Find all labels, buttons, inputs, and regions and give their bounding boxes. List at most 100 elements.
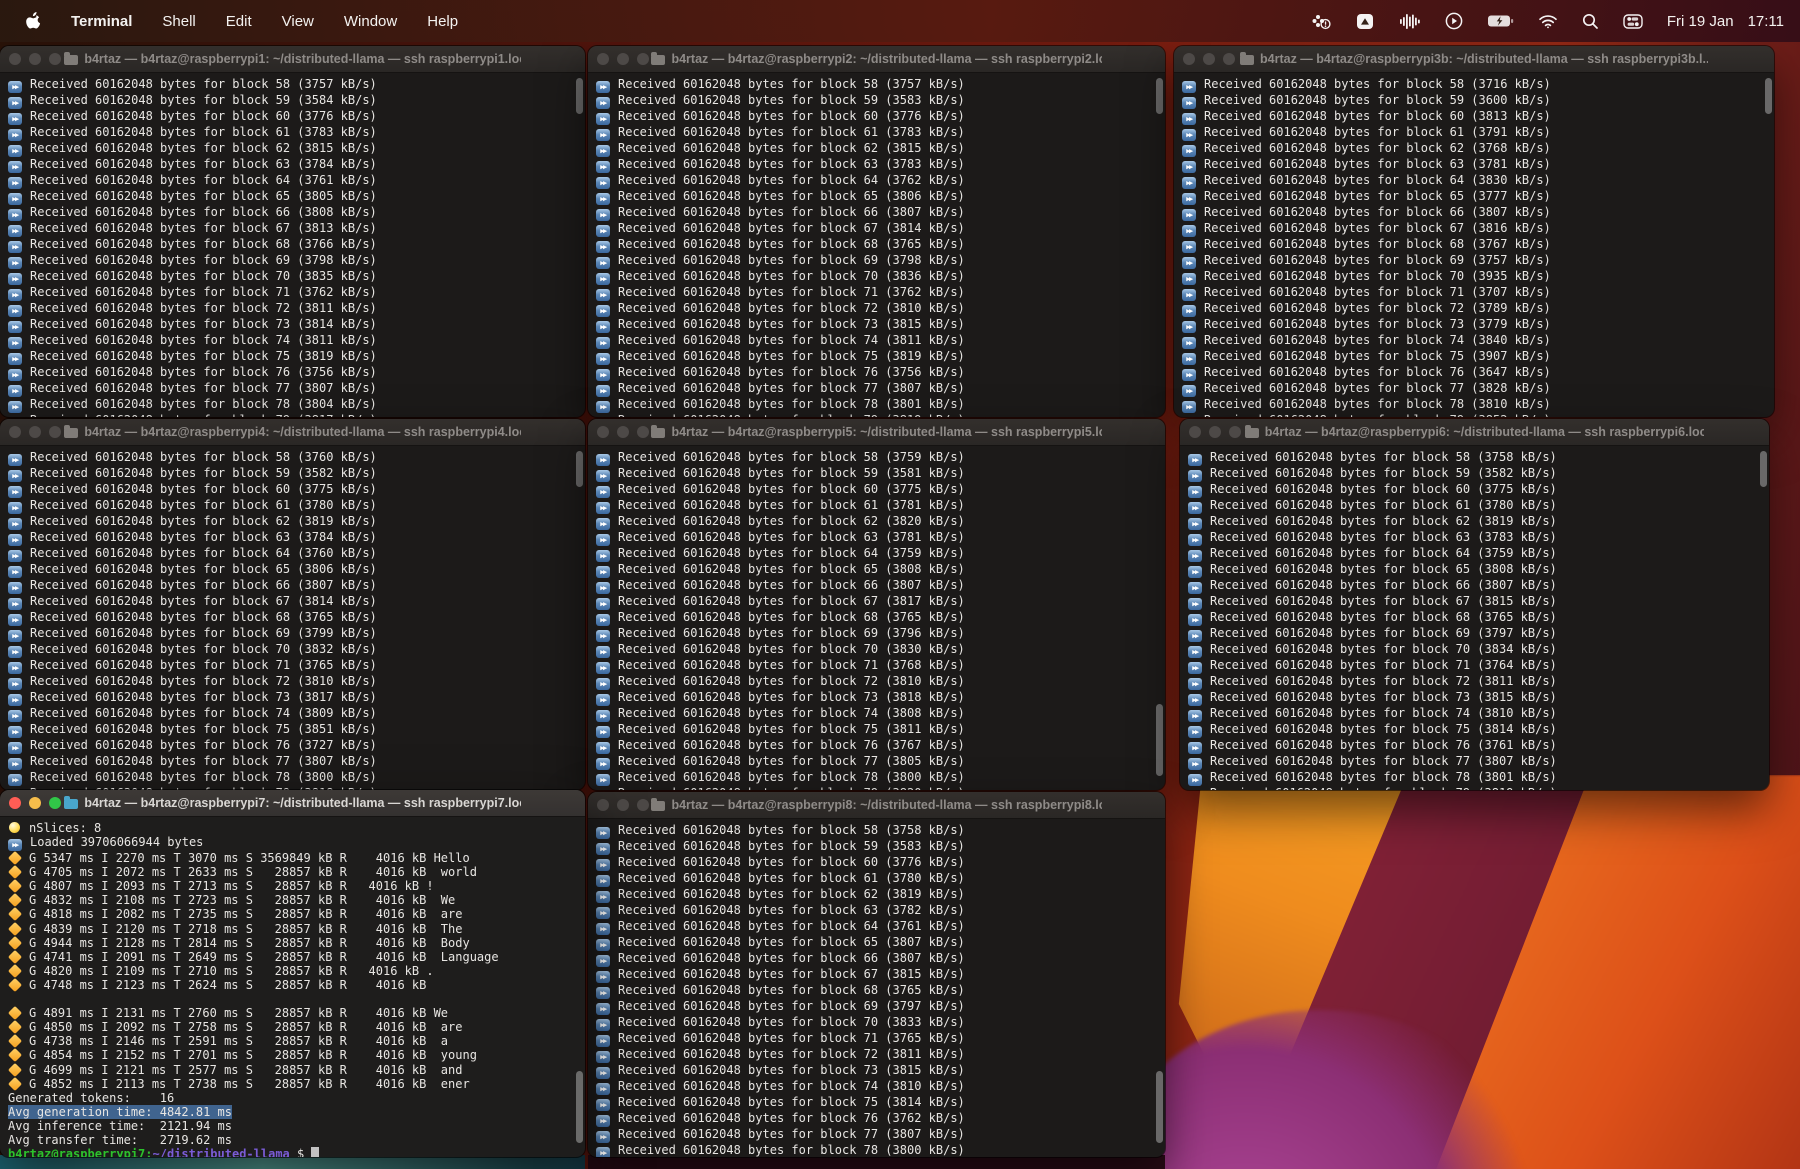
window-titlebar[interactable]: b4rtaz — b4rtaz@raspberrypi8: ~/distribu… [588, 792, 1165, 819]
apple-menu[interactable] [24, 11, 41, 31]
window-titlebar[interactable]: b4rtaz — b4rtaz@raspberrypi1: ~/distribu… [0, 46, 585, 73]
terminal-window-pi4[interactable]: b4rtaz — b4rtaz@raspberrypi4: ~/distribu… [0, 419, 585, 790]
scrollbar-thumb[interactable] [1765, 78, 1772, 114]
terminal-window-pi6[interactable]: b4rtaz — b4rtaz@raspberrypi6: ~/distribu… [1180, 419, 1769, 790]
menu-item-terminal[interactable]: Terminal [71, 13, 132, 30]
terminal-output[interactable]: ▶▶ Received 60162048 bytes for block 58 (… [1180, 446, 1769, 790]
window-title-group: b4rtaz — b4rtaz@raspberrypi2: ~/distribu… [651, 52, 1102, 66]
close-button[interactable] [9, 53, 21, 65]
terminal-line: ▶▶ Received 60162048 bytes for block 59 (… [596, 466, 1165, 482]
scrollbar-thumb[interactable] [576, 1071, 583, 1143]
terminal-window-pi7[interactable]: b4rtaz — b4rtaz@raspberrypi7: ~/distribu… [0, 790, 585, 1157]
zoom-button[interactable] [1223, 53, 1235, 65]
window-titlebar[interactable]: b4rtaz — b4rtaz@raspberrypi6: ~/distribu… [1180, 419, 1769, 446]
terminal-window-pi2[interactable]: b4rtaz — b4rtaz@raspberrypi2: ~/distribu… [588, 46, 1165, 417]
terminal-output[interactable]: ▶▶ Received 60162048 bytes for block 58 (… [1174, 73, 1774, 417]
terminal-line: ▶▶ Received 60162048 bytes for block 69 (… [8, 253, 585, 269]
zoom-button[interactable] [1229, 426, 1241, 438]
spotlight-icon[interactable] [1582, 13, 1599, 30]
terminal-output[interactable]: ▶▶ Received 60162048 bytes for block 58 (… [0, 73, 585, 417]
window-titlebar[interactable]: b4rtaz — b4rtaz@raspberrypi7: ~/distribu… [0, 790, 585, 817]
zoom-button[interactable] [637, 799, 649, 811]
prompt-dollar: $ [289, 1147, 312, 1157]
close-button[interactable] [9, 426, 21, 438]
minimize-button[interactable] [1203, 53, 1215, 65]
orange-diamond-icon [7, 1034, 23, 1049]
close-button[interactable] [597, 426, 609, 438]
play-circle-icon[interactable] [1445, 12, 1463, 30]
terminal-line: G 4705 ms I 2072 ms T 2633 ms S 28857 kB… [7, 865, 585, 880]
scrollbar-thumb[interactable] [1156, 1071, 1163, 1143]
received-text: Received 60162048 bytes for block 77 (38… [1204, 381, 1551, 395]
terminal-window-pi8[interactable]: b4rtaz — b4rtaz@raspberrypi8: ~/distribu… [588, 792, 1165, 1157]
menu-item-shell[interactable]: Shell [162, 13, 195, 30]
terminal-line: ▶▶ Received 60162048 bytes for block 63 (… [8, 530, 585, 546]
fast-forward-icon: ▶▶ [8, 566, 22, 578]
audio-waveform-icon[interactable] [1399, 13, 1421, 30]
folder-icon [1240, 52, 1254, 65]
minimize-button[interactable] [29, 797, 41, 809]
menu-item-window[interactable]: Window [344, 13, 397, 30]
received-text: Received 60162048 bytes for block 75 (38… [1210, 722, 1557, 736]
terminal-line: ▶▶ Received 60162048 bytes for block 63 (… [8, 157, 585, 173]
fast-forward-icon: ▶▶ [596, 1003, 610, 1015]
close-button[interactable] [597, 53, 609, 65]
lightbulb-icon [9, 822, 20, 833]
alt-tab-icon[interactable] [1356, 13, 1375, 30]
folder-icon [651, 52, 666, 65]
fast-forward-icon: ▶▶ [1182, 209, 1196, 221]
close-button[interactable] [1183, 53, 1195, 65]
scrollbar-thumb[interactable] [1760, 451, 1767, 487]
control-center-icon[interactable] [1623, 13, 1643, 29]
received-text: Received 60162048 bytes for block 62 (38… [30, 141, 377, 155]
received-text: Received 60162048 bytes for block 69 (37… [1210, 626, 1557, 640]
zoom-button[interactable] [49, 426, 61, 438]
scrollbar-thumb[interactable] [576, 451, 583, 487]
menu-item-help[interactable]: Help [427, 13, 458, 30]
scrollbar-thumb[interactable] [576, 78, 583, 114]
minimize-button[interactable] [617, 426, 629, 438]
zoom-button[interactable] [49, 797, 61, 809]
terminal-window-pi5[interactable]: b4rtaz — b4rtaz@raspberrypi5: ~/distribu… [588, 419, 1165, 790]
zoom-button[interactable] [637, 53, 649, 65]
window-titlebar[interactable]: b4rtaz — b4rtaz@raspberrypi4: ~/distribu… [0, 419, 585, 446]
close-button[interactable] [9, 797, 21, 809]
minimize-button[interactable] [29, 426, 41, 438]
minimize-button[interactable] [29, 53, 41, 65]
received-text: Received 60162048 bytes for block 60 (37… [30, 109, 377, 123]
line-text: G 4850 ms I 2092 ms T 2758 ms S 28857 kB… [29, 1020, 463, 1035]
terminal-line: G 4832 ms I 2108 ms T 2723 ms S 28857 kB… [7, 893, 585, 908]
updates-badge-icon[interactable] [1310, 12, 1332, 30]
terminal-output[interactable]: nSlices: 8 ▶▶ Loaded 39706066944 bytes G 53… [0, 817, 585, 1157]
window-titlebar[interactable]: b4rtaz — b4rtaz@raspberrypi2: ~/distribu… [588, 46, 1165, 73]
close-button[interactable] [597, 799, 609, 811]
terminal-line: Avg generation time: 4842.81 ms [8, 1104, 585, 1119]
fast-forward-icon: ▶▶ [1182, 401, 1196, 413]
scrollbar-thumb[interactable] [1156, 78, 1163, 114]
menu-item-view[interactable]: View [282, 13, 314, 30]
close-button[interactable] [1189, 426, 1201, 438]
terminal-output[interactable]: ▶▶ Received 60162048 bytes for block 58 (… [588, 446, 1165, 790]
scrollbar-thumb[interactable] [1156, 704, 1163, 776]
menu-item-edit[interactable]: Edit [226, 13, 252, 30]
received-text: Received 60162048 bytes for block 75 (39… [1204, 349, 1551, 363]
minimize-button[interactable] [617, 53, 629, 65]
terminal-output[interactable]: ▶▶ Received 60162048 bytes for block 58 (… [0, 446, 585, 790]
wifi-icon[interactable] [1538, 14, 1558, 29]
terminal-output[interactable]: ▶▶ Received 60162048 bytes for block 58 (… [588, 73, 1165, 417]
window-titlebar[interactable]: b4rtaz — b4rtaz@raspberrypi5: ~/distribu… [588, 419, 1165, 446]
fast-forward-icon: ▶▶ [8, 710, 22, 722]
window-titlebar[interactable]: b4rtaz — b4rtaz@raspberrypi3b: ~/distrib… [1174, 46, 1774, 73]
battery-charging-icon[interactable] [1487, 14, 1514, 28]
terminal-line: ▶▶ Received 60162048 bytes for block 67 (… [8, 594, 585, 610]
fast-forward-icon: ▶▶ [8, 81, 22, 93]
minimize-button[interactable] [1209, 426, 1221, 438]
terminal-window-pi1[interactable]: b4rtaz — b4rtaz@raspberrypi1: ~/distribu… [0, 46, 585, 417]
menu-clock[interactable]: Fri 19 Jan 17:11 [1667, 13, 1784, 30]
minimize-button[interactable] [617, 799, 629, 811]
terminal-output[interactable]: ▶▶ Received 60162048 bytes for block 58 (… [588, 819, 1165, 1157]
received-text: Received 60162048 bytes for block 65 (38… [30, 562, 377, 576]
zoom-button[interactable] [637, 426, 649, 438]
zoom-button[interactable] [49, 53, 61, 65]
terminal-window-pi3b[interactable]: b4rtaz — b4rtaz@raspberrypi3b: ~/distrib… [1174, 46, 1774, 417]
